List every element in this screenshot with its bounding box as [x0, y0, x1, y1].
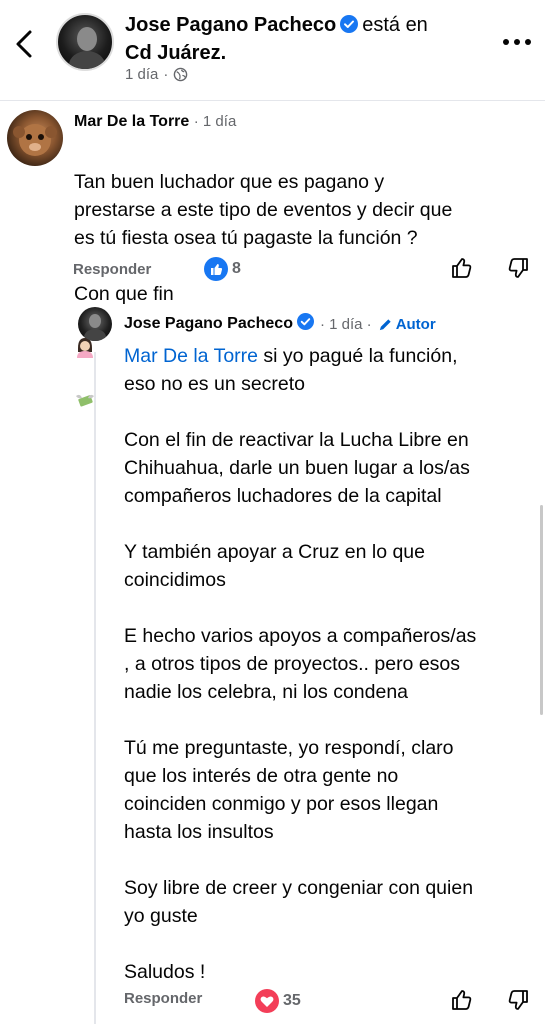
chevron-left-icon [16, 30, 32, 58]
reply-time[interactable]: 1 día [329, 316, 362, 333]
reply-body: Mar De la Torre si yo pagué la función, … [124, 342, 529, 986]
reply-thread-line [94, 352, 96, 1024]
reply-button[interactable]: Responder [124, 990, 202, 1007]
thumbs-down-icon[interactable] [505, 255, 531, 281]
reaction-count: 35 [283, 992, 301, 1009]
verified-badge-icon [340, 14, 359, 40]
author-avatar[interactable] [56, 13, 114, 71]
post-meta: 1 día · [125, 66, 188, 83]
reply-paragraph: Tú me preguntaste, yo respondí, claro qu… [124, 737, 454, 843]
reply-paragraph: Mar De la Torre si yo pagué la función, … [124, 345, 458, 395]
post-title: Jose Pagano Pacheco está en Cd Juárez. [125, 12, 485, 66]
reply-button[interactable]: Responder [73, 261, 151, 278]
reply-paragraph: Y también apoyar a Cruz en lo que coinci… [124, 541, 425, 591]
reply-author-avatar[interactable] [78, 307, 112, 341]
reply-author-name[interactable]: Jose Pagano Pacheco [124, 315, 293, 333]
more-options-button[interactable] [500, 35, 534, 49]
author-badge: Autor [378, 316, 436, 333]
scrollbar[interactable] [540, 505, 543, 715]
reaction-summary[interactable]: 8 [204, 257, 241, 281]
reaction-count: 8 [232, 260, 241, 277]
pencil-icon [379, 318, 391, 330]
globe-icon [174, 67, 188, 82]
location-prefix: está en [362, 14, 428, 36]
money-with-wings-emoji-icon [74, 362, 96, 407]
thumbs-up-icon[interactable] [449, 987, 475, 1013]
reply-paragraph: Con el fin de reactivar la Lucha Libre e… [124, 429, 470, 507]
like-reaction-icon [204, 257, 228, 281]
comment-body: Tan buen luchador que es pagano y presta… [74, 171, 453, 249]
verified-badge-icon [296, 313, 314, 335]
reaction-summary[interactable]: 35 [255, 989, 301, 1013]
post-time[interactable]: 1 día [125, 66, 158, 83]
author-badge-label: Autor [395, 315, 436, 333]
reply-paragraph: E hecho varios apoyos a compañeros/as , … [124, 625, 477, 703]
thumbs-down-icon[interactable] [505, 987, 531, 1013]
commenter-name[interactable]: Mar De la Torre [74, 113, 189, 130]
commenter-avatar[interactable] [7, 110, 63, 166]
thumbs-up-icon[interactable] [449, 255, 475, 281]
more-horizontal-icon [503, 39, 531, 45]
comment-actions: Responder [73, 258, 151, 280]
comment-header: Mar De la Torre · 1 día [74, 113, 237, 130]
love-reaction-icon [255, 989, 279, 1013]
mention-link[interactable]: Mar De la Torre [124, 345, 258, 367]
author-name[interactable]: Jose Pagano Pacheco [125, 14, 336, 36]
reply-header: Jose Pagano Pacheco · 1 día · Autor [124, 313, 436, 335]
reply-actions: Responder [124, 990, 202, 1012]
separator-dot: · [163, 66, 169, 83]
comment-last-line: Con que fin [74, 283, 174, 305]
reply-paragraph: Soy libre de creer y congeniar con quien… [124, 877, 474, 927]
comment-time[interactable]: 1 día [203, 113, 236, 130]
header-divider [0, 100, 545, 101]
reply-paragraph: Saludos ! [124, 961, 206, 983]
post-header: Jose Pagano Pacheco está en Cd Juárez. 1 … [0, 0, 545, 98]
back-button[interactable] [8, 22, 40, 66]
location-link[interactable]: Cd Juárez. [125, 42, 226, 64]
